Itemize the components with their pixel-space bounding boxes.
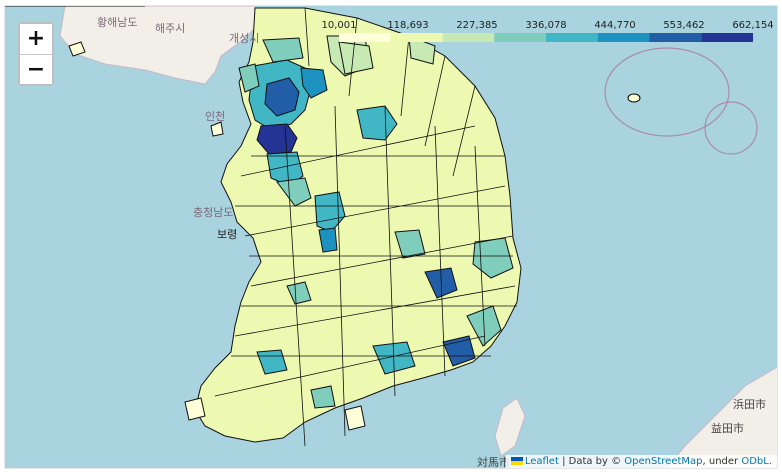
place-label-masuda: 益田市 <box>711 422 744 435</box>
island-south <box>344 405 366 431</box>
legend-tick-label: 10,001 <box>321 20 357 31</box>
maritime-boundary-b <box>704 101 758 155</box>
odbl-link[interactable]: ODbL. <box>741 456 772 467</box>
attribution: Leaflet | Data by © OpenStreetMap, under… <box>505 455 777 468</box>
japan-land <box>666 366 777 468</box>
region-yeosu[interactable] <box>310 385 336 409</box>
place-label-chungnam: 충청남도 <box>193 206 234 219</box>
island-west-b <box>210 121 224 137</box>
legend-swatch <box>494 33 546 42</box>
ulleung-island <box>627 93 641 103</box>
legend-tick-label: 662,154 <box>732 20 774 31</box>
legend-swatch <box>390 33 443 42</box>
tsushima-island <box>494 397 526 457</box>
island-southwest <box>184 397 206 421</box>
place-label-hwanghae: 황해남도 <box>97 16 138 29</box>
place-label-kaesong: 개성시 <box>229 32 260 45</box>
legend-swatch <box>597 33 650 42</box>
place-label-haeju: 해주시 <box>155 22 186 35</box>
legend-tick-label: 553,462 <box>663 20 705 31</box>
place-label-boryeong: 보령 <box>217 228 238 241</box>
maritime-boundary-a <box>604 47 730 137</box>
legend-swatch <box>546 33 598 42</box>
attribution-under: , under <box>702 456 742 467</box>
openstreetmap-link[interactable]: OpenStreetMap <box>624 456 702 467</box>
zoom-out-button[interactable]: − <box>20 54 52 84</box>
north-land <box>59 6 258 85</box>
legend-tick-label: 118,693 <box>387 20 429 31</box>
choropleth-layer[interactable] <box>194 7 522 447</box>
leaflet-link[interactable]: Leaflet <box>525 456 559 467</box>
ukraine-flag-icon <box>510 457 523 465</box>
place-label-hamada: 浜田市 <box>733 398 766 411</box>
legend-swatch <box>701 33 753 42</box>
place-label-incheon: 인천 <box>205 110 226 123</box>
zoom-in-button[interactable]: + <box>20 24 52 54</box>
map-canvas[interactable] <box>5 6 778 469</box>
legend-tick-label: 227,385 <box>456 20 498 31</box>
attribution-separator: | Data by © <box>558 456 625 467</box>
legend-bar <box>339 33 753 42</box>
legend-swatch <box>339 33 391 42</box>
legend-swatch <box>442 33 495 42</box>
map-container[interactable]: + − 10,001 118,693 227,385 336,078 444,770 55… <box>4 5 778 469</box>
legend-tick-label: 336,078 <box>525 20 567 31</box>
legend-tick-label: 444,770 <box>594 20 636 31</box>
legend-swatch <box>649 33 702 42</box>
region-gangneung[interactable] <box>338 41 374 75</box>
zoom-control: + − <box>18 22 54 86</box>
